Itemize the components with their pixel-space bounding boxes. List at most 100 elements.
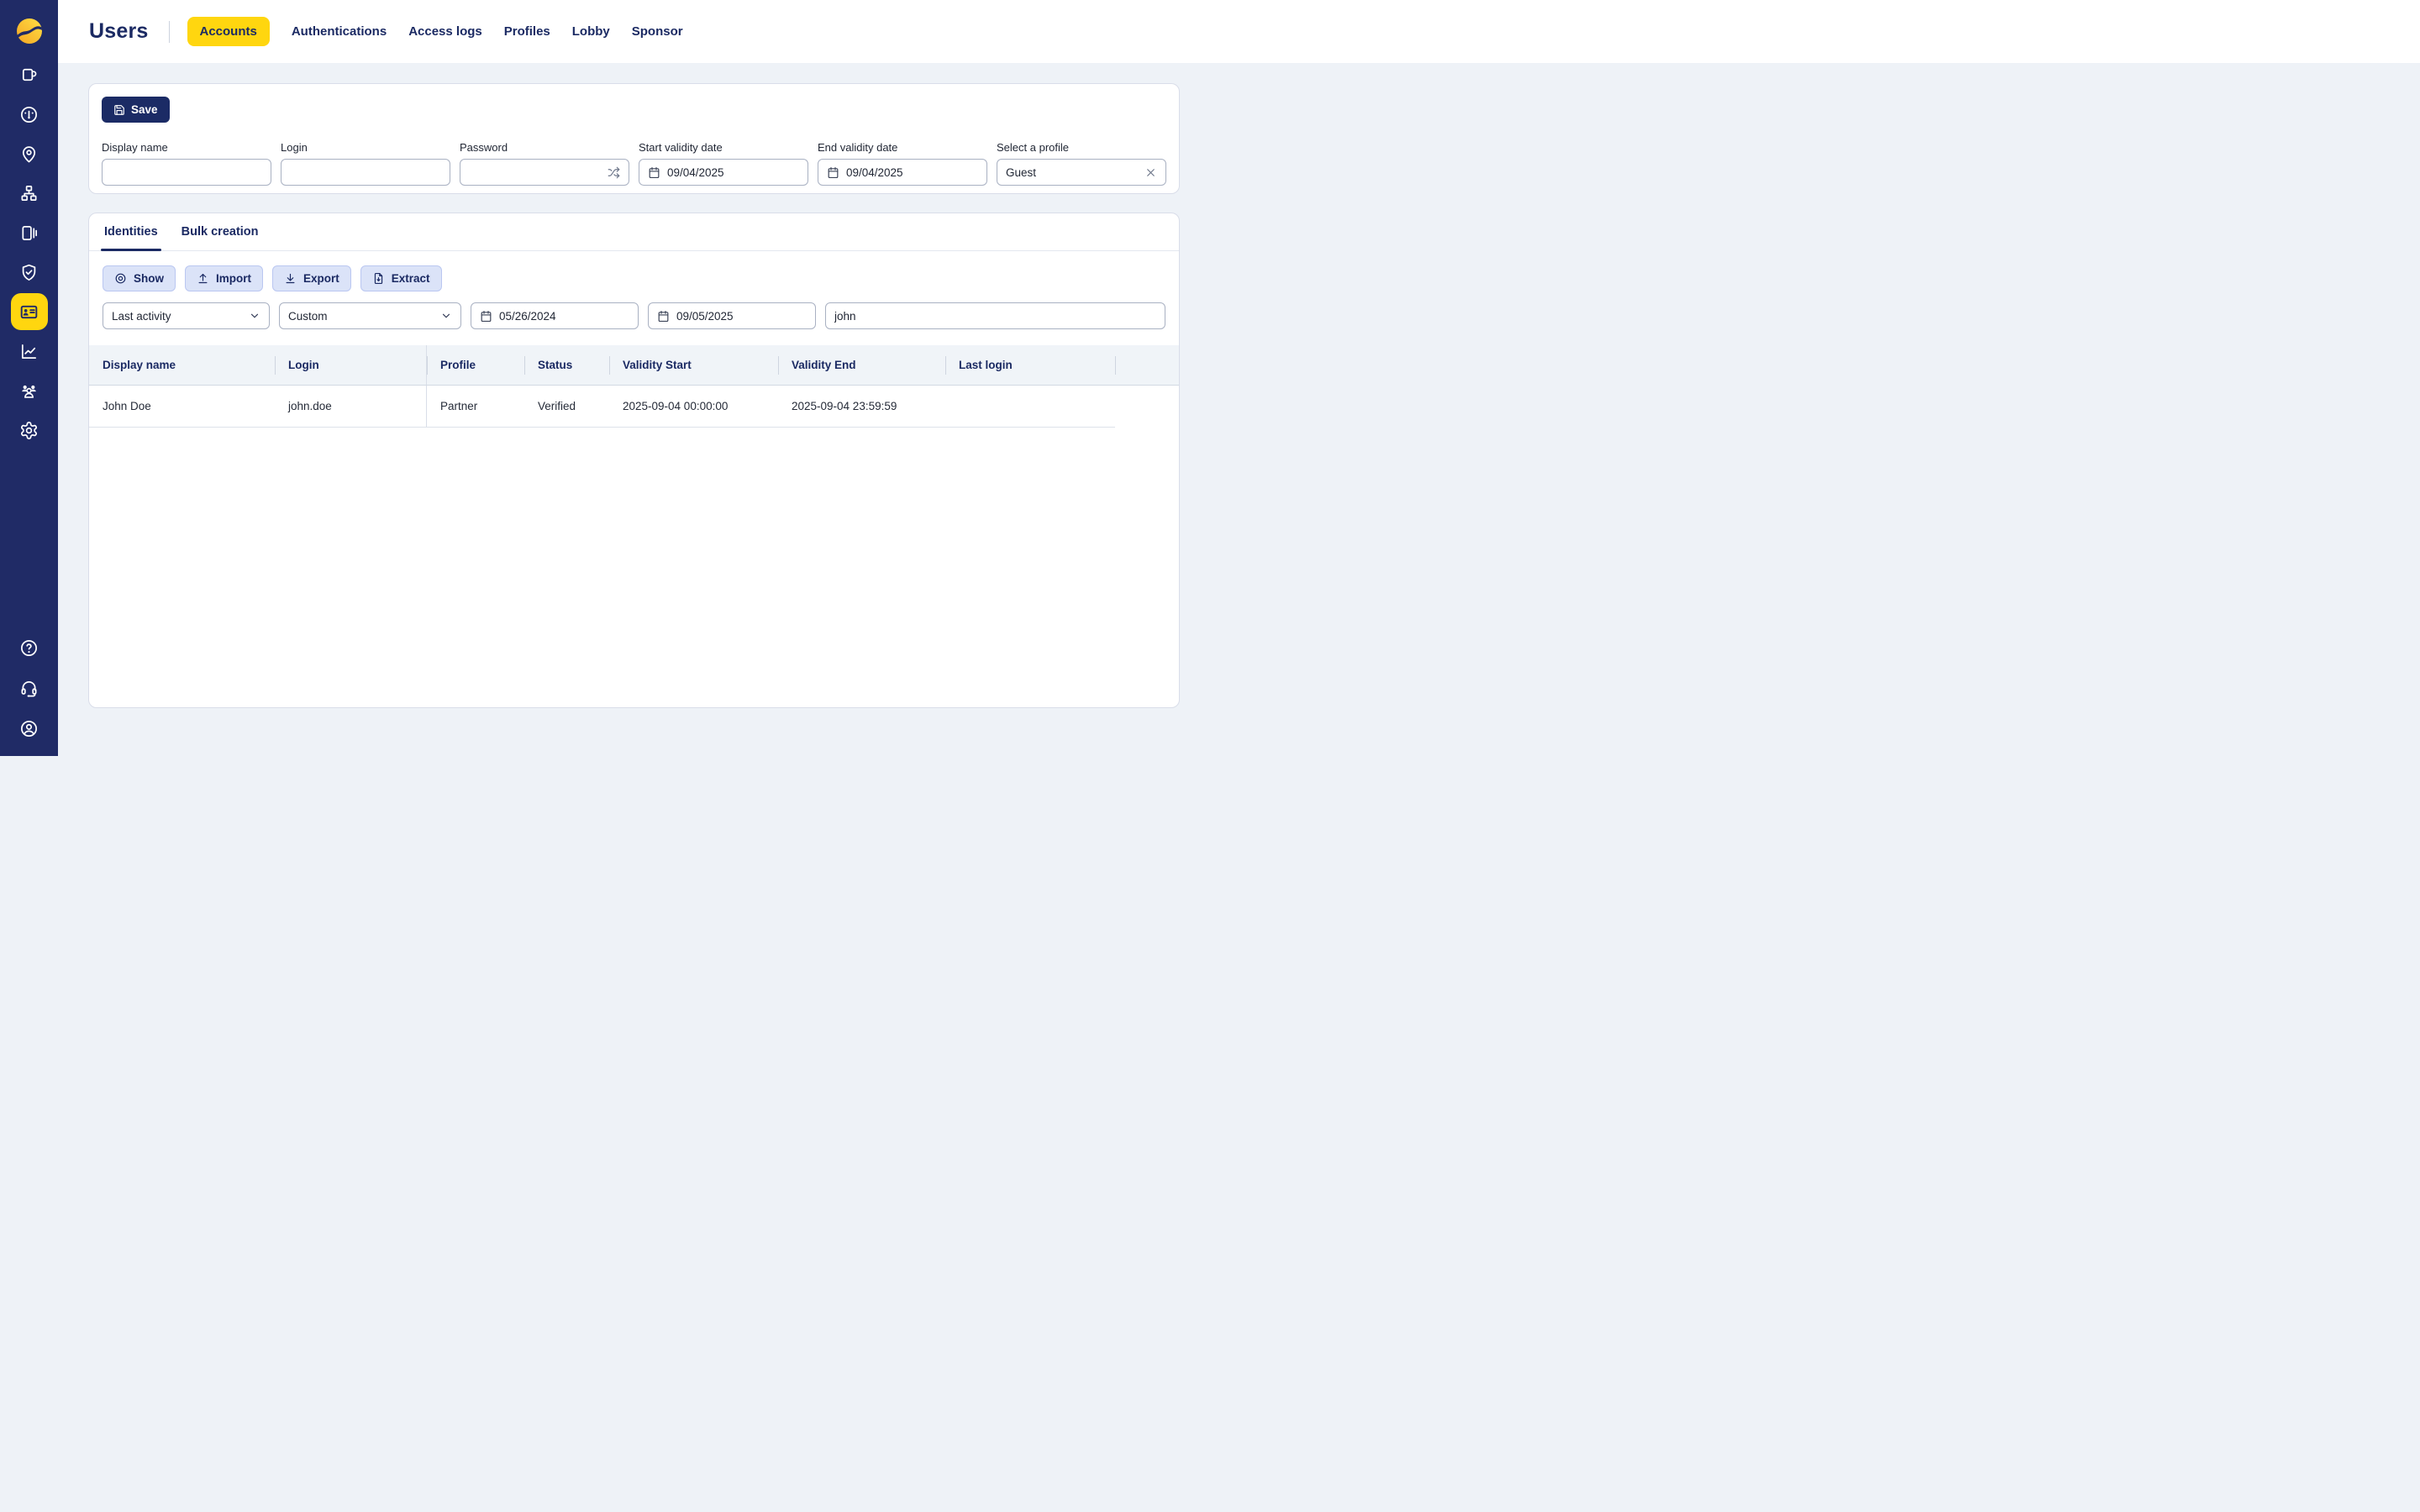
sidebar-nav (11, 56, 48, 449)
calendar-icon (657, 310, 670, 323)
sidebar-item-locations[interactable] (11, 135, 48, 172)
cell-login: john.doe (275, 386, 426, 428)
sidebar-item-analytics[interactable] (11, 333, 48, 370)
export-label: Export (303, 272, 339, 285)
login-input[interactable] (290, 160, 441, 185)
page-title: Users (89, 19, 149, 44)
password-label: Password (460, 141, 629, 154)
sidebar-item-security[interactable] (11, 254, 48, 291)
sidebar-item-mug[interactable] (11, 56, 48, 93)
password-input[interactable] (469, 160, 601, 185)
download-icon (284, 272, 297, 285)
table-row[interactable]: John Doe john.doe Partner Verified 2025-… (89, 386, 1179, 428)
filter-end-date-value: 09/05/2025 (676, 310, 807, 323)
filter-start-date-value: 05/26/2024 (499, 310, 629, 323)
col-validity-start[interactable]: Validity Start (609, 345, 778, 385)
col-last-login[interactable]: Last login (945, 345, 1115, 385)
col-status[interactable]: Status (524, 345, 609, 385)
sidebar-item-account[interactable] (11, 710, 48, 747)
col-spacer (1115, 345, 1179, 385)
col-profile[interactable]: Profile (426, 345, 524, 385)
show-label: Show (134, 272, 164, 285)
shuffle-icon[interactable] (608, 166, 620, 179)
upload-icon (197, 272, 209, 285)
eye-icon (114, 272, 127, 285)
file-download-icon (372, 272, 385, 285)
profile-label: Select a profile (997, 141, 1166, 154)
extract-label: Extract (392, 272, 430, 285)
tab-sponsor[interactable]: Sponsor (632, 17, 683, 46)
top-bar: Users Accounts Authentications Access lo… (58, 0, 2420, 63)
extract-button[interactable]: Extract (360, 265, 442, 291)
brand-logo[interactable] (14, 16, 45, 46)
end-validity-value: 09/04/2025 (846, 166, 978, 179)
title-divider (169, 21, 170, 43)
save-button[interactable]: Save (102, 97, 170, 123)
cell-spacer (1115, 386, 1179, 428)
cell-status: Verified (524, 386, 609, 428)
sidebar-item-help[interactable] (11, 629, 48, 666)
sidebar-item-dashboard[interactable] (11, 96, 48, 133)
tab-bulk-creation[interactable]: Bulk creation (180, 213, 260, 250)
field-password: Password (460, 141, 629, 186)
clear-icon[interactable] (1144, 166, 1157, 179)
top-tabs: Accounts Authentications Access logs Pro… (187, 17, 683, 46)
profile-select[interactable]: Guest (997, 159, 1166, 186)
end-validity-date-picker[interactable]: 09/04/2025 (818, 159, 987, 186)
cell-display-name: John Doe (89, 386, 275, 428)
range-select[interactable]: Custom (279, 302, 461, 329)
mug-icon (19, 66, 39, 85)
cell-validity-start: 2025-09-04 00:00:00 (609, 386, 778, 428)
line-chart-icon (19, 342, 39, 361)
export-button[interactable]: Export (272, 265, 351, 291)
map-pin-icon (19, 144, 39, 164)
cell-last-login (945, 386, 1115, 428)
show-button[interactable]: Show (103, 265, 176, 291)
cell-validity-end: 2025-09-04 23:59:59 (778, 386, 945, 428)
sidebar-item-hierarchy[interactable] (11, 175, 48, 212)
identities-table: Display name Login Profile Status Validi… (89, 345, 1179, 428)
calendar-icon (648, 166, 660, 179)
sidebar-item-support[interactable] (11, 669, 48, 706)
cell-profile: Partner (426, 386, 524, 428)
sidebar-item-users[interactable] (11, 293, 48, 330)
start-validity-label: Start validity date (639, 141, 808, 154)
import-button[interactable]: Import (185, 265, 263, 291)
sidebar-item-portal[interactable] (11, 214, 48, 251)
account-fields: Display name Login Password (102, 141, 1166, 186)
sidebar-bottom (11, 629, 48, 747)
filter-start-date-picker[interactable]: 05/26/2024 (471, 302, 639, 329)
sidebar (0, 0, 58, 756)
help-circle-icon (19, 638, 39, 658)
login-label: Login (281, 141, 450, 154)
field-start-validity: Start validity date 09/04/2025 (639, 141, 808, 186)
activity-select[interactable]: Last activity (103, 302, 270, 329)
col-login[interactable]: Login (275, 345, 426, 385)
end-validity-label: End validity date (818, 141, 987, 154)
start-validity-date-picker[interactable]: 09/04/2025 (639, 159, 808, 186)
calendar-icon (480, 310, 492, 323)
search-field (825, 302, 1165, 329)
sidebar-item-groups[interactable] (11, 372, 48, 409)
identities-card: Identities Bulk creation Show Import (88, 213, 1180, 708)
tab-authentications[interactable]: Authentications (292, 17, 387, 46)
display-name-input[interactable] (111, 160, 262, 185)
search-input[interactable] (834, 303, 1156, 328)
tab-identities[interactable]: Identities (103, 213, 160, 250)
tab-profiles[interactable]: Profiles (504, 17, 550, 46)
panels-icon (19, 223, 39, 243)
filter-end-date-picker[interactable]: 09/05/2025 (648, 302, 816, 329)
profile-value: Guest (1006, 166, 1138, 179)
col-display-name[interactable]: Display name (89, 345, 275, 385)
user-circle-icon (19, 719, 39, 738)
tab-lobby[interactable]: Lobby (572, 17, 610, 46)
sidebar-item-settings[interactable] (11, 412, 48, 449)
table-actions: Show Import Export Extract (89, 251, 1179, 291)
sitemap-icon (19, 184, 39, 203)
chevron-down-icon (249, 310, 260, 322)
col-validity-end[interactable]: Validity End (778, 345, 945, 385)
shield-check-icon (19, 263, 39, 282)
main-content: Save Display name Login Password (58, 63, 2420, 1512)
tab-access-logs[interactable]: Access logs (408, 17, 482, 46)
tab-accounts[interactable]: Accounts (187, 17, 270, 46)
